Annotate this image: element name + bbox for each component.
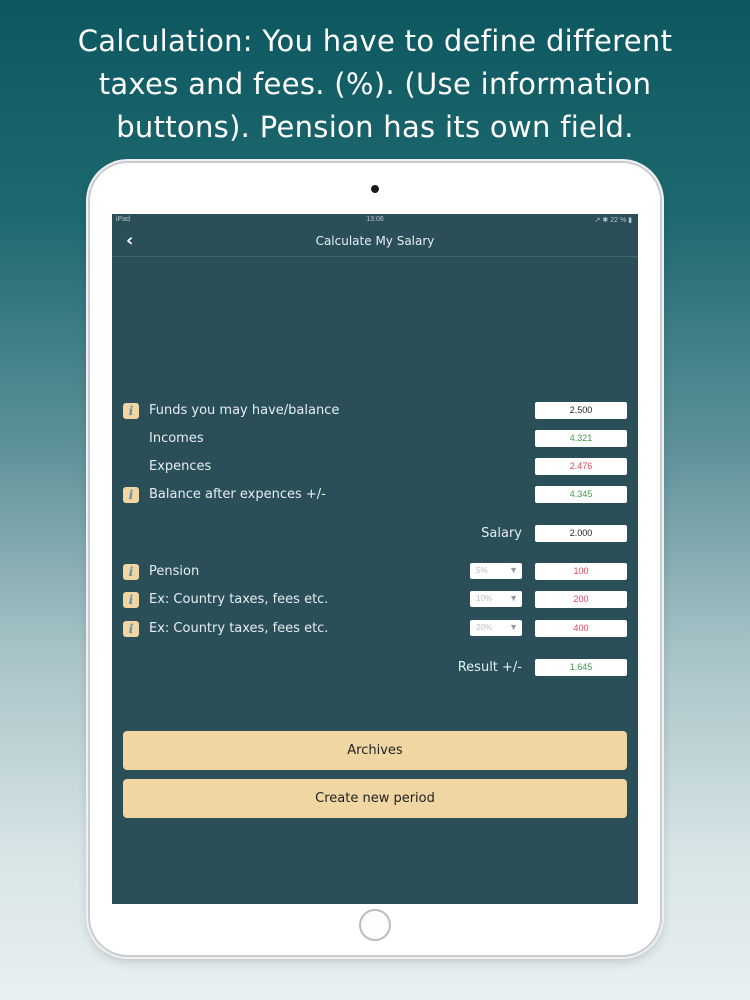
info-icon[interactable]: i [123,403,139,419]
tax-2-percent-select[interactable]: 20% ▼ [470,620,522,636]
salary-label: Salary [481,526,522,541]
status-bar: iPad 13:06 ↗ ✱ 22 % ▮ [112,214,638,226]
row-label: Funds you may have/balance [149,403,340,418]
row-salary: Salary 2.000 [112,523,638,545]
create-new-period-button[interactable]: Create new period [123,779,627,818]
result-value: 1.645 [535,659,627,676]
archives-button[interactable]: Archives [123,731,627,770]
row-result: Result +/- 1.645 [112,657,638,679]
pension-percent-select[interactable]: 5% ▼ [470,563,522,579]
row-label: Balance after expences +/- [149,487,326,502]
result-label: Result +/- [457,660,522,675]
info-icon[interactable]: i [123,621,139,637]
info-icon[interactable]: i [123,592,139,608]
row-label: Ex: Country taxes, fees etc. [149,621,329,636]
tablet-frame: iPad 13:06 ↗ ✱ 22 % ▮ ‹ Calculate My Sal… [90,163,660,955]
promo-headline: Calculation: You have to define differen… [40,20,710,149]
dropdown-arrow-icon: ▼ [509,622,518,632]
camera-dot [371,185,379,193]
row-balance-after: i Balance after expences +/- 4.345 [112,484,638,506]
dropdown-arrow-icon: ▼ [509,593,518,603]
pension-amount: 100 [535,563,627,580]
row-pension: i Pension 5% ▼ 100 [112,561,638,583]
row-funds-balance: i Funds you may have/balance 2.500 [112,400,638,422]
row-label: Expences [149,459,212,474]
row-tax-2: i Ex: Country taxes, fees etc. 20% ▼ 400 [112,618,638,640]
dropdown-arrow-icon: ▼ [509,565,518,575]
row-label: Ex: Country taxes, fees etc. [149,592,329,607]
tax-2-amount: 400 [535,620,627,637]
expences-value: 2.476 [535,458,627,475]
percent-value: 20% [476,623,493,632]
status-battery: ↗ ✱ 22 % ▮ [594,217,632,224]
info-icon[interactable]: i [123,487,139,503]
row-label: Pension [149,564,200,579]
nav-bar: ‹ Calculate My Salary [112,226,638,257]
headline-line-3: buttons). Pension has its own field. [116,110,634,144]
tax-1-percent-select[interactable]: 10% ▼ [470,591,522,607]
row-label: Incomes [149,431,204,446]
page-title: Calculate My Salary [315,234,435,248]
row-expences: Expences 2.476 [112,456,638,478]
incomes-value: 4.321 [535,430,627,447]
salary-field[interactable]: 2.000 [535,525,627,542]
balance-after-value: 4.345 [535,486,627,503]
app-screen: iPad 13:06 ↗ ✱ 22 % ▮ ‹ Calculate My Sal… [112,214,638,904]
percent-value: 5% [476,566,488,575]
info-icon[interactable]: i [123,564,139,580]
percent-value: 10% [476,594,493,603]
row-tax-1: i Ex: Country taxes, fees etc. 10% ▼ 200 [112,589,638,611]
home-button[interactable] [359,909,391,941]
row-incomes: Incomes 4.321 [112,428,638,450]
tax-1-amount: 200 [535,591,627,608]
headline-line-2: taxes and fees. (%). (Use information [98,67,652,101]
status-time: 13:06 [366,216,384,223]
funds-balance-field[interactable]: 2.500 [535,402,627,419]
headline-line-1: Calculation: You have to define differen… [77,24,673,58]
